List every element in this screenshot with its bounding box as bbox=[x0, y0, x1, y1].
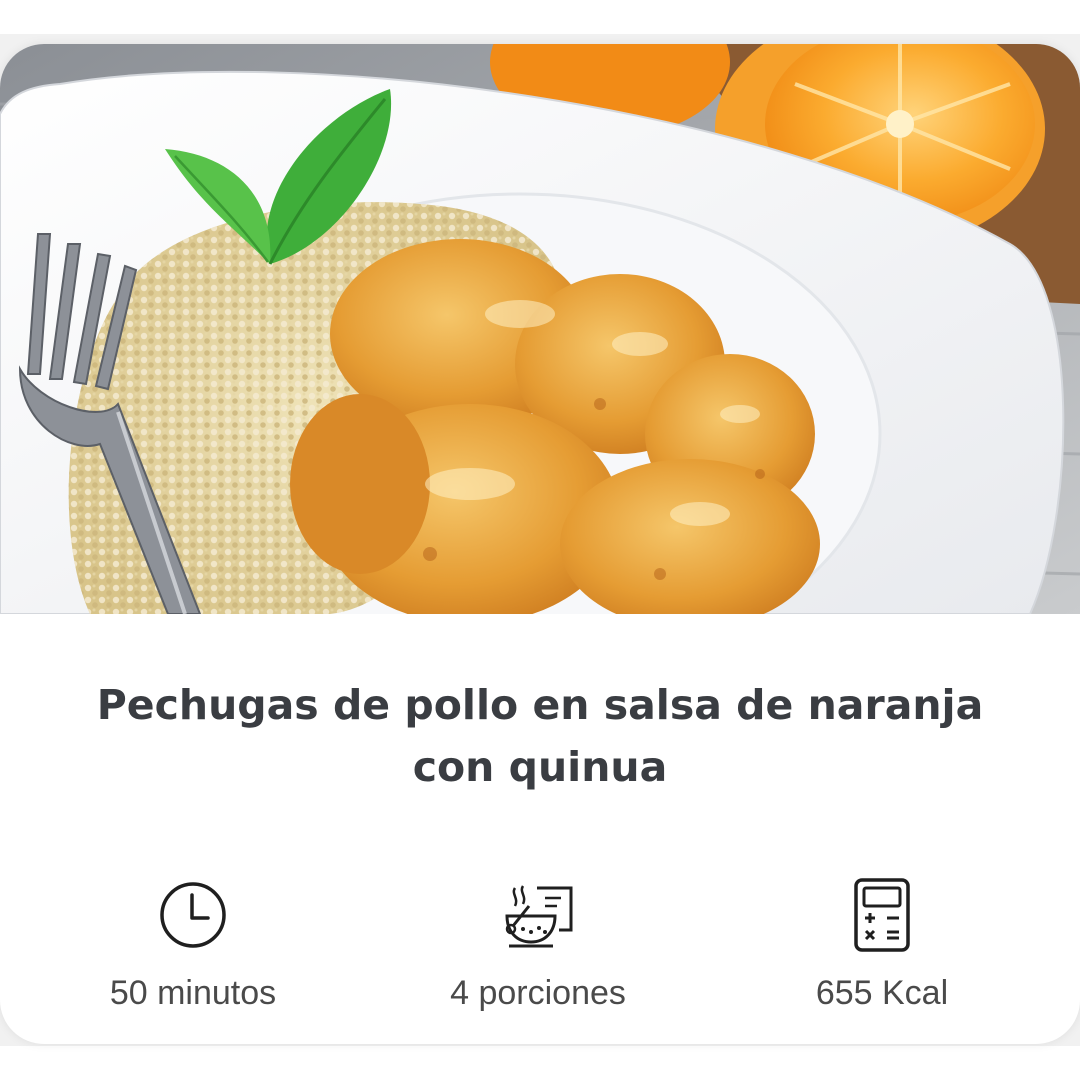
clock-icon bbox=[160, 882, 226, 948]
stat-servings: 4 porciones bbox=[388, 876, 688, 1013]
recipe-stats: 50 minutos 4 porciones 655 Kcal bbox=[0, 876, 1080, 1026]
stat-time-label: 50 minutos bbox=[109, 974, 277, 1012]
stat-calories: 655 Kcal bbox=[732, 876, 1032, 1013]
calculator-icon bbox=[854, 878, 910, 952]
recipe-photo[interactable] bbox=[0, 44, 1080, 614]
stat-calories-label: 655 Kcal bbox=[815, 974, 949, 1012]
page: Pechugas de pollo en salsa de naranja co… bbox=[0, 0, 1080, 1080]
bowl-icon bbox=[505, 885, 573, 948]
recipe-card[interactable]: Pechugas de pollo en salsa de naranja co… bbox=[0, 44, 1080, 1044]
stat-time: 50 minutos bbox=[43, 876, 343, 1013]
food-photo bbox=[0, 44, 1080, 614]
stat-servings-label: 4 porciones bbox=[450, 974, 626, 1012]
recipe-title[interactable]: Pechugas de pollo en salsa de naranja co… bbox=[60, 674, 1020, 798]
